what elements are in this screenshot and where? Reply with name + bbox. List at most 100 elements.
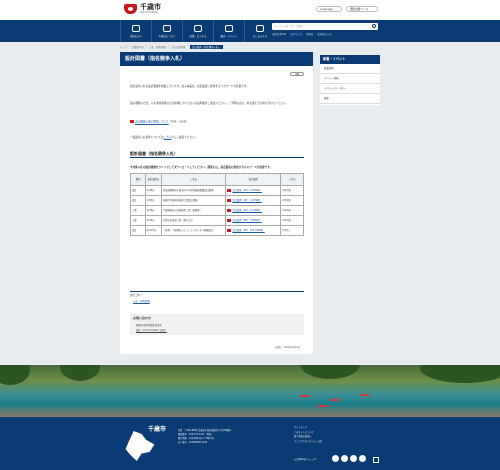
breadcrumb-item[interactable]: 事業者向け [132,45,144,49]
logo-name: 千歳市 [140,2,161,11]
category-link[interactable]: 入札・契約情報 [133,299,150,303]
page-title: 設計図書（指名競争入札） [120,52,313,66]
nav-item-emergency[interactable]: もしものとき [244,20,275,42]
cell-name: 市営住宅改修工事（第2工区） [160,215,227,226]
social-label: 公式SNSをチェック! [294,458,317,461]
back-to-top-button[interactable] [373,457,379,463]
cell-doc: 設計図書（ZIP：1,886KB） [225,215,282,226]
section-heading: 設計図書（指名競争入札） [130,150,304,158]
nav-label: もしものとき [252,34,268,38]
pdf-link[interactable]: 設計図書の電子閲覧について [135,121,169,124]
sidebar-item-news[interactable]: 新着情報 [320,64,380,74]
social-links [332,455,366,462]
zip-file-icon [227,189,232,192]
footer-city-name: 千歳市 [148,426,167,433]
nav-item-tourism[interactable]: 観光・イベント [213,20,244,42]
table-row: 設計 4月8日 北海道開発局千歳市内小中学校施設整備設計業務 設計図書（ZIP：… [130,185,304,196]
kayak [330,399,340,401]
page-footer-block: カテゴリー 入札・契約情報 お問い合わせ 総務部 契約管理課 契約係 電話：01… [120,290,313,354]
col-header-notice-date: 指名通知日 [144,173,162,186]
cell-type: 工事 [130,215,146,226]
notice-prefix: 一般競争入札案件については [130,136,164,139]
kayak [318,405,328,407]
table-row: 工事 4月8日 市営住宅改修工事（第2工区） 設計図書（ZIP：1,886KB）… [130,215,304,226]
instagram-icon[interactable] [350,455,357,462]
search-input[interactable]: キーワードを入力して検索 [272,23,378,30]
cell-type: 設計 [130,225,146,236]
sidebar: 新着・イベント 新着情報 イベント情報 イベントカレンダー 募集 [320,55,380,105]
about-icon [163,24,171,32]
tourism-icon [225,24,233,32]
doc-download-link[interactable]: 設計図書（ZIP：1,188KB） [232,199,261,202]
doc-download-link[interactable]: 設計図書（ZIP：394,556KB） [232,229,264,232]
breadcrumb-separator: › [129,45,131,48]
updated-date: 公開日：2024年4月10日 [275,346,301,349]
design-docs-table: 種別 指名通知日 入札名 設計図書 入札日 設計 4月8日 北海道開発局千歳市内… [130,173,304,236]
breadcrumb-separator: › [187,45,189,48]
breadcrumb: トップ › 事業者向け › 入札・契約情報 › 入札公告情報 › 設計図書（指名競争入札… [120,45,223,49]
quick-link-bg-color[interactable]: 背景色 [306,32,313,36]
cell-bid-date: 5月7日 [280,225,304,236]
cell-bid-date: 4月18日 [280,215,304,226]
sidebar-item-recruitment[interactable]: 募集 [320,94,380,104]
print-button[interactable]: 印刷 [290,72,304,76]
cell-name: 花園小学校外壁改修工事設計業務 [160,195,227,206]
site-footer: 千歳市 住所 〒066-8686 北海道千歳市東雲町2丁目34番地 電話番号 0… [0,417,500,470]
footer-info: 住所 〒066-8686 北海道千歳市東雲町2丁目34番地 電話番号 0123-… [178,429,231,445]
contact-title: お問い合わせ [133,316,152,320]
quick-link-faq[interactable]: 市民生活FAQ [272,32,286,36]
breadcrumb-item[interactable]: トップ [120,45,127,49]
nav-item-about[interactable]: 千歳市について [151,20,182,42]
doc-download-link[interactable]: 設計図書（ZIP：2,108KB） [232,209,261,212]
tree-foliage [60,365,100,381]
youtube-icon[interactable] [359,455,366,462]
accessibility-tools-button[interactable]: 閲覧支援ツール [346,6,378,12]
top-header: 千歳市 City of Chitose Language 閲覧支援ツール [0,0,500,20]
nav-items: 市民の方へ 千歳市について 産業・ビジネス 観光・イベント もしものとき [120,20,275,42]
tree-foliage [420,365,500,383]
tree-foliage [0,365,30,385]
breadcrumb-current: 設計図書（指名競争入札） [190,45,223,49]
zip-file-icon [227,199,232,202]
sidebar-item-events[interactable]: イベント情報 [320,74,380,84]
table-row: 設計 4月10日 （仮称）千歳地区コミュニティセンター整備設計 設計図書（ZIP… [130,225,304,236]
nav-item-business[interactable]: 産業・ビジネス [182,20,213,42]
emergency-icon [256,24,264,32]
x-twitter-icon[interactable] [341,455,348,462]
cell-type: 設計 [130,185,146,196]
contact-phone[interactable]: 電話：0123-24-0000（直通） [136,328,167,332]
breadcrumb-separator: › [167,45,169,48]
doc-download-link[interactable]: 設計図書（ZIP：1,886KB） [232,219,261,222]
col-header-type: 種別 [130,173,146,186]
download-note: ※対象入札の設計図書をクリックしてダウンロードしてください。閲覧には、指名業者に… [130,166,273,169]
footer-corp-number: 法人番号 2000020012246 [178,441,208,444]
breadcrumb-item[interactable]: 入札・契約情報 [149,45,166,49]
breadcrumb-separator: › [146,45,148,48]
intro-paragraph-2: 電子閲覧の方法、入札参加資格などの詳細については入札説明書をご確認ください。ご不… [130,102,289,105]
cell-name: 北海道開発局千歳市内小中学校施設整備設計業務 [160,185,227,196]
city-logo[interactable]: 千歳市 City of Chitose [124,3,161,14]
cell-type: 工事 [130,205,146,216]
sidebar-item-calendar[interactable]: イベントカレンダー [320,84,380,94]
language-button[interactable]: Language [316,6,342,12]
kayak [300,395,310,397]
kayak [360,394,370,396]
nav-item-residents[interactable]: 市民の方へ [120,20,151,42]
footer-links: サイトマップ このサイトについて 個人情報の取扱い ウェブアクセシビリティ方針 [294,426,322,444]
search-icon[interactable] [372,24,376,28]
zip-file-icon [227,209,232,212]
cell-date: 4月8日 [144,195,162,206]
quick-link-read-aloud[interactable]: 音声読み上げ [317,32,331,36]
breadcrumb-item[interactable]: 入札公告情報 [171,45,185,49]
nav-label: 千歳市について [158,34,176,38]
category-title: カテゴリー [130,294,143,297]
tree-foliage [300,365,360,379]
table-header-row: 種別 指名通知日 入札名 設計図書 入札日 [130,173,304,186]
divider [130,291,304,292]
pdf-icon [130,120,134,123]
doc-download-link[interactable]: 設計図書（ZIP：2,508KB） [232,189,261,192]
facebook-icon[interactable] [332,455,339,462]
footer-link-accessibility[interactable]: ウェブアクセシビリティ方針 [294,440,322,445]
notice-line: 一般競争入札案件についてはこちらからご確認ください。 [130,136,304,140]
quick-link-font-size[interactable]: 文字サイズ [290,32,302,36]
